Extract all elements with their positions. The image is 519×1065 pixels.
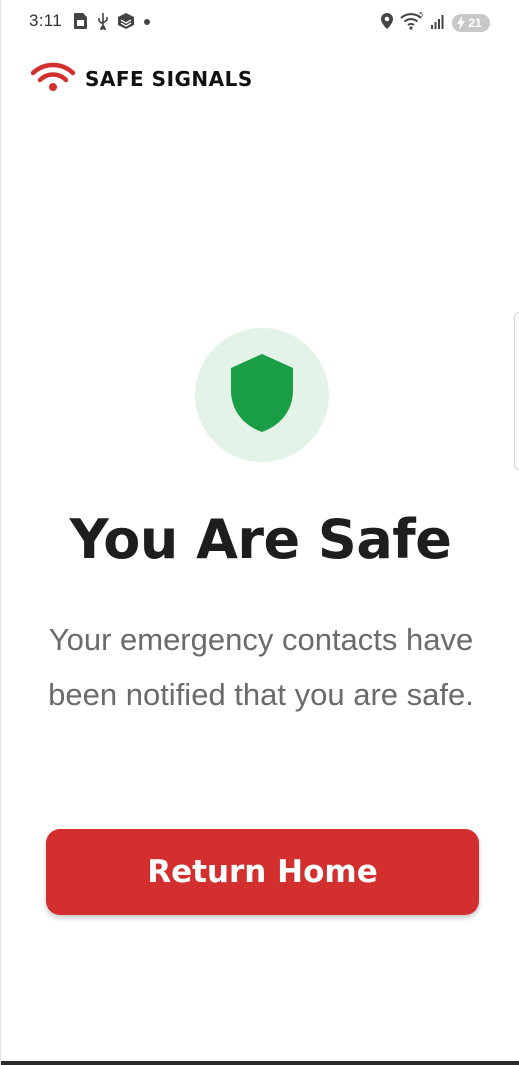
- sim-card-icon: [73, 12, 89, 35]
- page-title: You Are Safe: [69, 508, 452, 571]
- svg-text:5: 5: [419, 11, 423, 19]
- wifi-signal-logo-icon: [30, 62, 76, 97]
- status-time: 3:11: [29, 11, 63, 30]
- edge-panel-handle[interactable]: [514, 312, 519, 470]
- status-bar: 3:11 5 21: [1, 0, 519, 46]
- wifi-icon: 5: [400, 11, 424, 36]
- battery-icon: 21: [452, 14, 490, 32]
- status-left-icons: [73, 12, 151, 35]
- app-header: SAFE SIGNALS: [30, 62, 253, 97]
- app-notification-icon: [117, 12, 135, 35]
- bottom-divider: [1, 1061, 519, 1065]
- app-screen: 3:11 5 21 SAFE SIGNALS You Are Safe Your…: [0, 0, 519, 1065]
- status-right-icons: 5 21: [380, 11, 490, 36]
- brand-name: SAFE SIGNALS: [85, 67, 253, 91]
- usb-icon: [97, 12, 109, 35]
- dot-icon: [143, 12, 151, 35]
- location-icon: [380, 12, 394, 35]
- return-home-button[interactable]: Return Home: [46, 829, 479, 915]
- confirmation-message: Your emergency contacts have been notifi…: [48, 622, 474, 712]
- shield-status-badge: [195, 328, 329, 462]
- battery-level: 21: [468, 16, 482, 30]
- shield-icon: [229, 353, 295, 438]
- signal-icon: [430, 12, 446, 35]
